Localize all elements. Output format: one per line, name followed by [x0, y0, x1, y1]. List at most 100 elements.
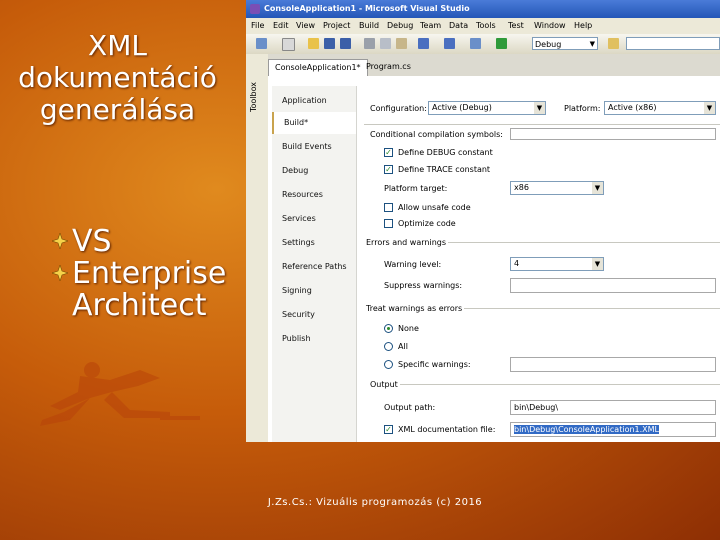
- platform-value: Active (x86): [608, 103, 657, 112]
- platform-target-label: Platform target:: [384, 184, 448, 193]
- menu-data[interactable]: Data: [449, 21, 468, 30]
- menu-edit[interactable]: Edit: [273, 21, 289, 30]
- footer-text: J.Zs.Cs.: Vizuális programozás (c) 2016: [267, 497, 483, 508]
- slide-title-line-1: XML: [88, 29, 147, 62]
- save-icon[interactable]: [324, 38, 335, 49]
- radio-all-label: All: [398, 342, 408, 351]
- sprinter-image: [40, 362, 200, 426]
- undo-icon[interactable]: [418, 38, 429, 49]
- nav-item-publish[interactable]: Publish: [272, 328, 356, 350]
- find-icon[interactable]: [608, 38, 619, 49]
- define-debug-checkbox[interactable]: ✓: [384, 148, 393, 157]
- nav-item-settings[interactable]: Settings: [272, 232, 356, 254]
- xml-doc-input[interactable]: bin\Debug\ConsoleApplication1.XML: [510, 422, 716, 437]
- chevron-down-icon: ▼: [589, 40, 595, 48]
- warning-level-value: 4: [514, 259, 520, 268]
- toolbox-strip[interactable]: Toolbox: [246, 54, 269, 442]
- platform-label: Platform:: [564, 104, 601, 113]
- nav-item-resources[interactable]: Resources: [272, 184, 356, 206]
- copy-icon[interactable]: [380, 38, 391, 49]
- nav-item-application[interactable]: Application: [272, 90, 356, 112]
- redo-icon[interactable]: [444, 38, 455, 49]
- menu-help[interactable]: Help: [574, 21, 592, 30]
- window-titlebar: ConsoleApplication1 - Microsoft Visual S…: [246, 0, 720, 18]
- allow-unsafe-label: Allow unsafe code: [398, 203, 471, 212]
- radio-specific-label: Specific warnings:: [398, 360, 471, 369]
- menu-team[interactable]: Team: [420, 21, 441, 30]
- chevron-down-icon: ▼: [592, 258, 603, 270]
- menu-file[interactable]: File: [251, 21, 264, 30]
- radio-specific[interactable]: [384, 360, 393, 369]
- slide-title-line-2: dokumentáció: [18, 61, 217, 94]
- menu-debug[interactable]: Debug: [387, 21, 413, 30]
- warning-level-dropdown[interactable]: 4 ▼: [510, 257, 604, 271]
- bullet-text: Enterprise Architect: [72, 256, 227, 323]
- menu-test[interactable]: Test: [508, 21, 524, 30]
- xml-doc-value: bin\Debug\ConsoleApplication1.XML: [514, 425, 659, 434]
- add-item-icon[interactable]: [282, 38, 295, 51]
- solution-config-dropdown[interactable]: Debug ▼: [532, 37, 598, 50]
- platform-dropdown[interactable]: Active (x86) ▼: [604, 101, 716, 115]
- nav-item-build[interactable]: Build*: [272, 112, 356, 134]
- output-path-label: Output path:: [384, 403, 436, 412]
- define-trace-checkbox[interactable]: ✓: [384, 165, 393, 174]
- nav-item-build-events[interactable]: Build Events: [272, 136, 356, 158]
- find-box[interactable]: [626, 37, 720, 50]
- slide-title-line-3: generálása: [39, 93, 196, 126]
- menu-bar: File Edit View Project Build Debug Team …: [246, 18, 720, 34]
- divider: [448, 242, 720, 243]
- window-title: ConsoleApplication1 - Microsoft Visual S…: [264, 4, 470, 13]
- configuration-value: Active (Debug): [432, 103, 492, 112]
- define-trace-label: Define TRACE constant: [398, 165, 491, 174]
- allow-unsafe-checkbox[interactable]: [384, 203, 393, 212]
- menu-window[interactable]: Window: [534, 21, 566, 30]
- chevron-down-icon: ▼: [704, 102, 715, 114]
- solution-config-value: Debug: [535, 40, 562, 49]
- bullet-item: Enterprise Architect: [52, 258, 242, 322]
- output-path-value: bin\Debug\: [514, 403, 559, 412]
- chevron-down-icon: ▼: [592, 182, 603, 194]
- bullet-star-icon: [52, 233, 68, 249]
- tab-project-properties[interactable]: ConsoleApplication1*: [268, 59, 368, 76]
- conditional-symbols-input[interactable]: [510, 128, 716, 140]
- suppress-warnings-label: Suppress warnings:: [384, 281, 463, 290]
- radio-none[interactable]: [384, 324, 393, 333]
- nav-item-debug[interactable]: Debug: [272, 160, 356, 182]
- platform-target-dropdown[interactable]: x86 ▼: [510, 181, 604, 195]
- menu-build[interactable]: Build: [359, 21, 379, 30]
- open-folder-icon[interactable]: [308, 38, 319, 49]
- nav-item-signing[interactable]: Signing: [272, 280, 356, 302]
- treat-warnings-header: Treat warnings as errors: [366, 304, 463, 313]
- configuration-dropdown[interactable]: Active (Debug) ▼: [428, 101, 546, 115]
- radio-all[interactable]: [384, 342, 393, 351]
- chevron-down-icon: ▼: [534, 102, 545, 114]
- nav-item-reference-paths[interactable]: Reference Paths: [272, 256, 356, 278]
- navigate-icon[interactable]: [470, 38, 481, 49]
- new-project-icon[interactable]: [256, 38, 267, 49]
- bullet-list: VS Enterprise Architect: [52, 226, 242, 322]
- output-section-header: Output: [370, 380, 398, 389]
- start-debug-icon[interactable]: [496, 38, 507, 49]
- suppress-warnings-input[interactable]: [510, 278, 716, 293]
- xml-doc-checkbox[interactable]: ✓: [384, 425, 393, 434]
- bullet-star-icon: [52, 265, 68, 281]
- output-path-input[interactable]: bin\Debug\: [510, 400, 716, 415]
- menu-project[interactable]: Project: [323, 21, 350, 30]
- errors-section-header: Errors and warnings: [366, 238, 447, 247]
- nav-item-security[interactable]: Security: [272, 304, 356, 326]
- build-settings-pane: Configuration: Active (Debug) ▼ Platform…: [364, 86, 720, 442]
- save-all-icon[interactable]: [340, 38, 351, 49]
- bullet-item: VS: [52, 226, 242, 258]
- configuration-label: Configuration:: [370, 104, 427, 113]
- tab-program-cs[interactable]: Program.cs: [360, 59, 417, 75]
- divider: [464, 308, 720, 309]
- menu-view[interactable]: View: [296, 21, 315, 30]
- cut-icon[interactable]: [364, 38, 375, 49]
- nav-item-services[interactable]: Services: [272, 208, 356, 230]
- divider: [364, 124, 720, 125]
- menu-tools[interactable]: Tools: [476, 21, 496, 30]
- paste-icon[interactable]: [396, 38, 407, 49]
- specific-warnings-input[interactable]: [510, 357, 716, 372]
- optimize-checkbox[interactable]: [384, 219, 393, 228]
- conditional-symbols-label: Conditional compilation symbols:: [370, 130, 503, 139]
